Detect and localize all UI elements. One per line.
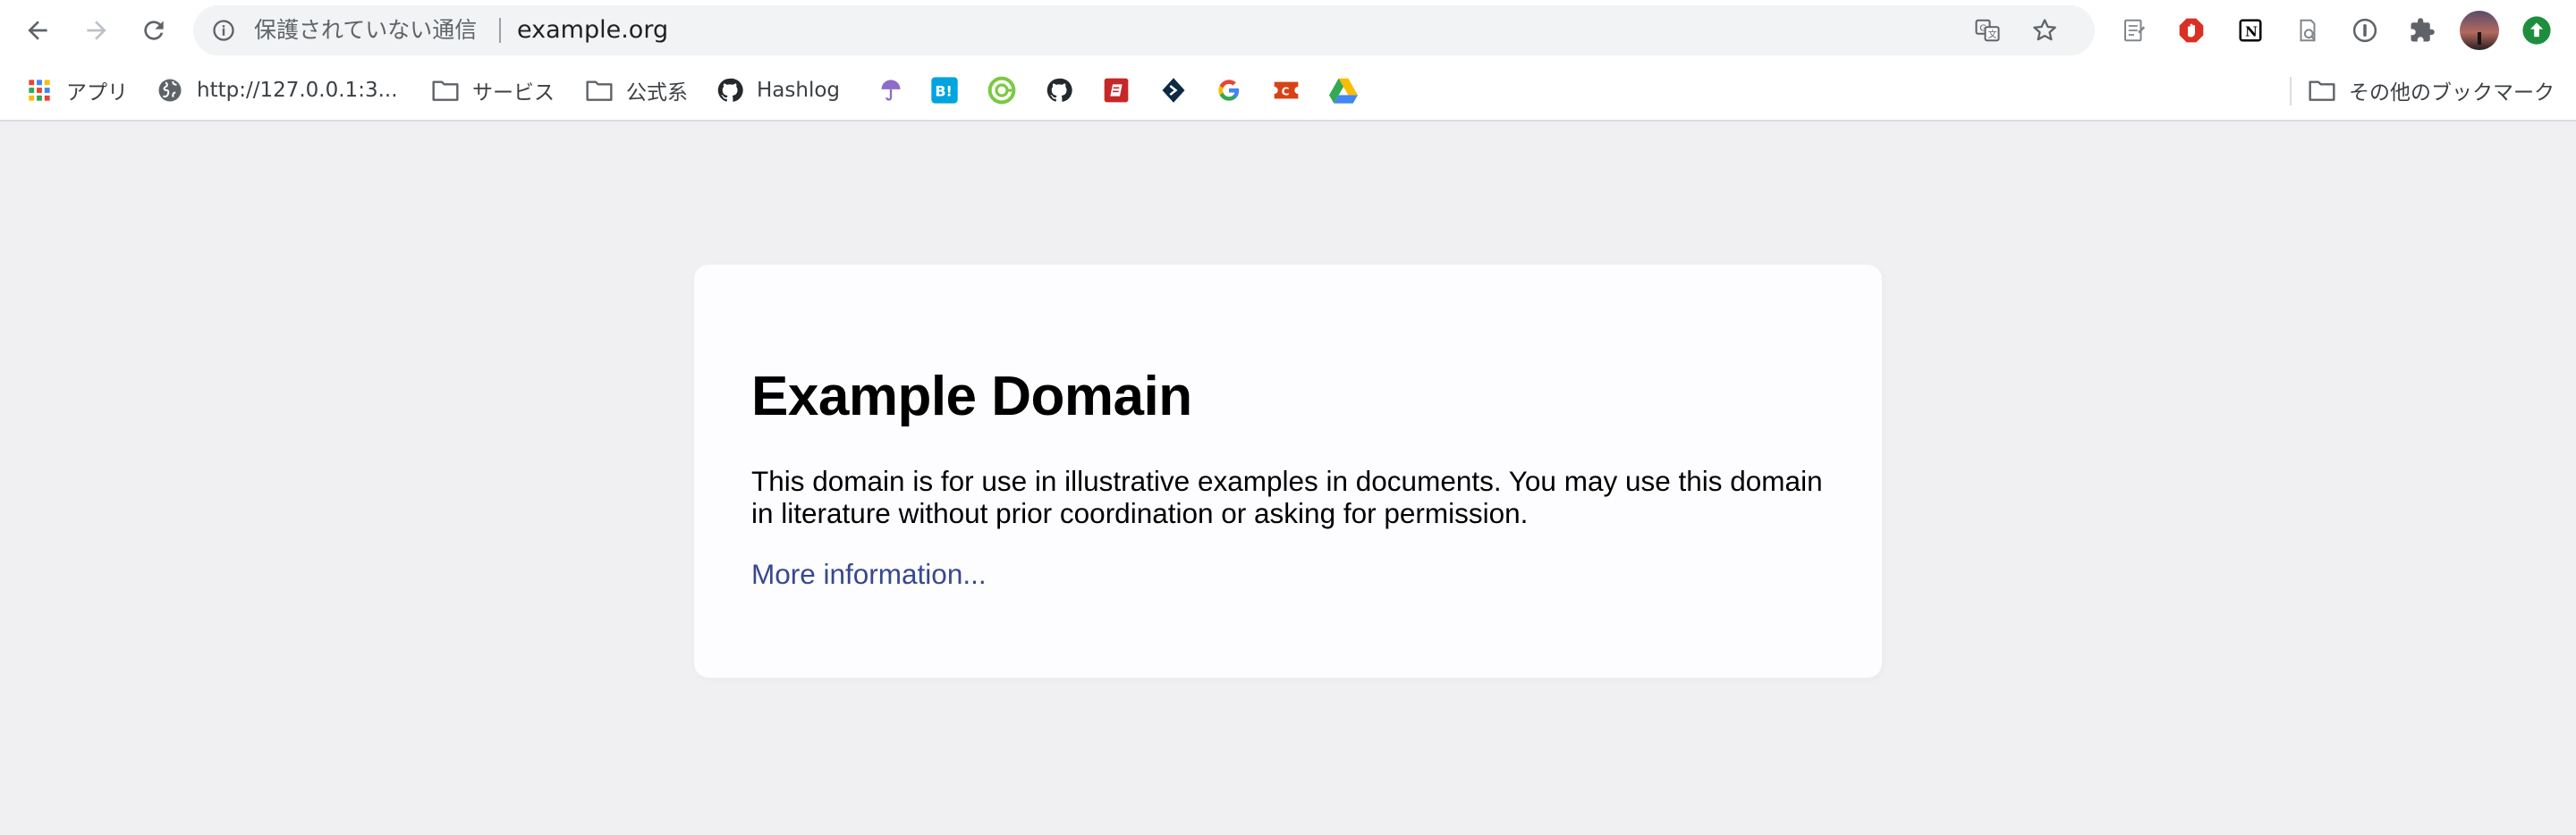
omnibox-divider <box>499 18 501 43</box>
bookmark-folder-services[interactable]: サービス <box>431 61 555 120</box>
svg-text:C: C <box>1282 85 1290 97</box>
profile-avatar[interactable] <box>2460 11 2499 50</box>
apps-grid-icon <box>25 76 54 105</box>
puzzle-extensions-icon[interactable] <box>2404 13 2440 48</box>
github-icon <box>716 76 744 105</box>
github-icon[interactable] <box>1045 76 1073 105</box>
dark-diamond-icon[interactable] <box>1159 76 1188 105</box>
reload-icon <box>144 21 164 40</box>
svg-text:文: 文 <box>1988 29 1997 40</box>
content-card: Example Domain This domain is for use in… <box>694 265 1882 678</box>
update-icon[interactable] <box>2519 13 2555 48</box>
notion-extension-icon[interactable]: N <box>2233 13 2268 48</box>
bookmark-label: 公式系 <box>626 81 688 105</box>
page-title: Example Domain <box>751 366 1192 427</box>
bookmark-folder-official[interactable]: 公式系 <box>585 61 688 120</box>
bookmark-label: Hashlog <box>757 79 841 102</box>
notes-extension-icon[interactable] <box>2116 13 2152 48</box>
globe-icon <box>156 76 184 105</box>
url-text[interactable]: example.org <box>517 5 668 55</box>
folder-icon <box>2308 76 2336 105</box>
reload-button[interactable] <box>136 13 172 48</box>
green-circle-icon[interactable] <box>987 76 1016 105</box>
bookmark-other[interactable]: その他のブックマーク <box>2308 61 2555 120</box>
address-bar[interactable]: 保護されていない通信 example.org G文 <box>193 5 2095 55</box>
back-button[interactable] <box>20 13 55 48</box>
more-information-link[interactable]: More information... <box>751 558 987 591</box>
bookmark-label: サービス <box>472 81 555 105</box>
password-manager-icon[interactable] <box>2347 13 2383 48</box>
feed-extension-icon[interactable] <box>2290 13 2326 48</box>
hatena-bookmark-icon[interactable]: B! <box>930 76 959 105</box>
translate-icon[interactable]: G文 <box>1973 16 2002 45</box>
bookmarks-divider <box>2290 77 2292 105</box>
bookmark-label: その他のブックマーク <box>2349 81 2555 105</box>
browser-toolbar: 保護されていない通信 example.org G文 N <box>0 0 2576 61</box>
bookmark-apps[interactable]: アプリ <box>25 61 128 120</box>
arrow-right-icon <box>87 21 106 40</box>
umbrella-icon[interactable] <box>877 76 905 105</box>
page-description: This domain is for use in illustrative e… <box>751 465 1823 529</box>
forward-button[interactable] <box>79 13 114 48</box>
bookmark-label: アプリ <box>66 81 128 105</box>
google-drive-icon[interactable] <box>1329 76 1358 105</box>
adblock-extension-icon[interactable] <box>2174 13 2209 48</box>
google-icon[interactable] <box>1215 76 1243 105</box>
folder-icon <box>585 76 614 105</box>
bookmark-hashlog[interactable]: Hashlog <box>716 61 840 120</box>
star-icon[interactable] <box>2030 16 2059 45</box>
arrow-left-icon <box>28 21 47 40</box>
bookmark-localhost[interactable]: http://127.0.0.1:3... <box>156 61 398 120</box>
red-book-icon[interactable] <box>1102 76 1131 105</box>
red-ticket-icon[interactable]: C <box>1272 76 1301 105</box>
bookmark-label: http://127.0.0.1:3... <box>197 79 398 102</box>
bookmarks-bar: アプリ http://127.0.0.1:3... サービス 公式系 Hashl… <box>0 61 2576 122</box>
info-icon[interactable] <box>211 18 236 43</box>
svg-text:N: N <box>2245 23 2258 39</box>
svg-text:B!: B! <box>935 83 953 100</box>
folder-icon <box>431 76 460 105</box>
security-status-text[interactable]: 保護されていない通信 <box>254 5 477 55</box>
